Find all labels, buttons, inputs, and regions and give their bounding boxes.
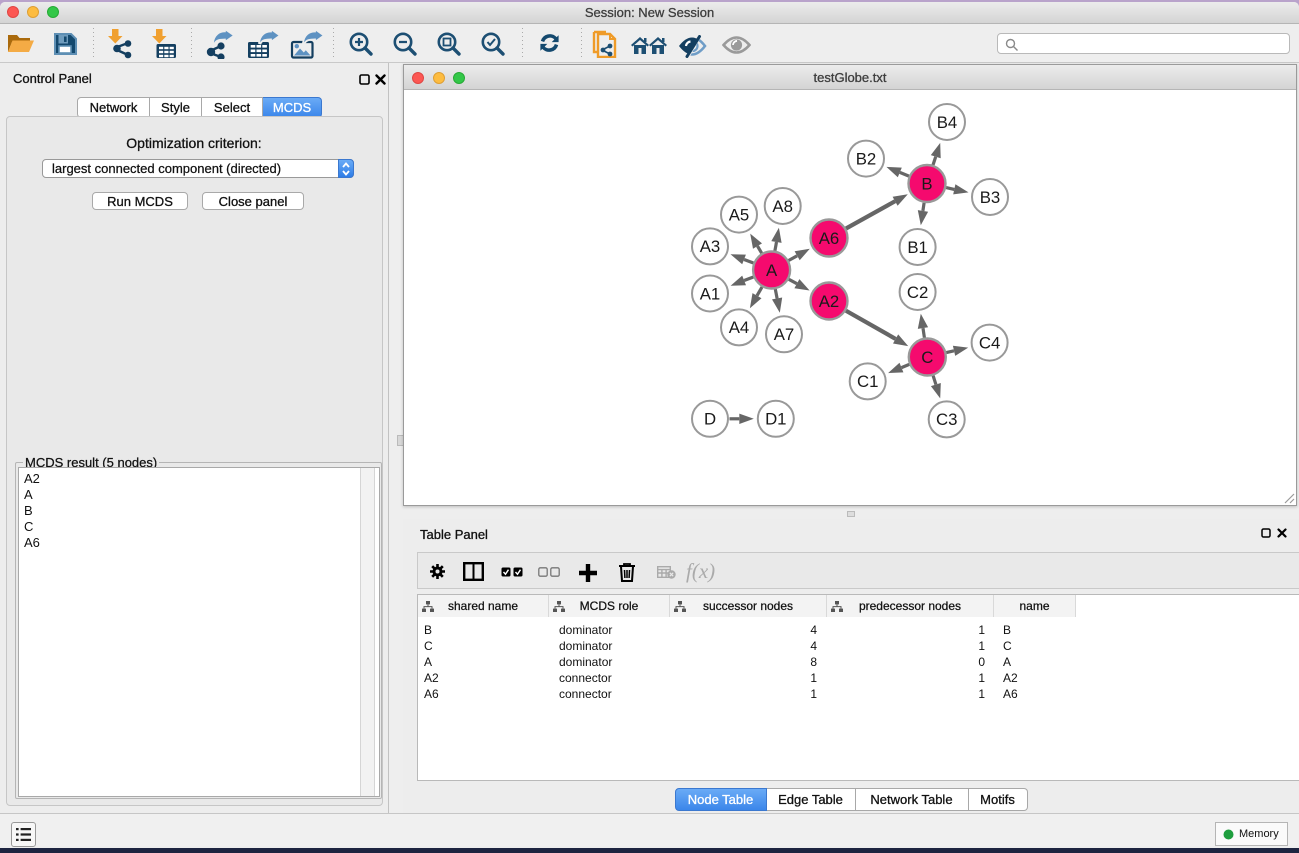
svg-text:B4: B4 bbox=[937, 113, 958, 132]
svg-text:C4: C4 bbox=[979, 333, 1000, 352]
svg-text:C: C bbox=[921, 348, 933, 367]
svg-text:B: B bbox=[921, 174, 932, 193]
svg-text:C2: C2 bbox=[907, 283, 928, 302]
svg-text:A3: A3 bbox=[700, 237, 721, 256]
svg-text:C1: C1 bbox=[857, 372, 878, 391]
svg-text:A4: A4 bbox=[729, 318, 750, 337]
svg-text:B1: B1 bbox=[907, 238, 928, 257]
svg-text:C3: C3 bbox=[936, 410, 957, 429]
svg-text:B3: B3 bbox=[980, 188, 1001, 207]
svg-text:A1: A1 bbox=[700, 284, 721, 303]
svg-text:B2: B2 bbox=[856, 149, 877, 168]
svg-text:A: A bbox=[766, 261, 778, 280]
svg-text:A5: A5 bbox=[729, 205, 750, 224]
svg-text:A6: A6 bbox=[819, 229, 840, 248]
svg-text:D: D bbox=[704, 410, 716, 429]
svg-text:A2: A2 bbox=[819, 292, 840, 311]
svg-text:A8: A8 bbox=[772, 197, 793, 216]
svg-text:A7: A7 bbox=[774, 325, 795, 344]
svg-text:D1: D1 bbox=[765, 410, 786, 429]
